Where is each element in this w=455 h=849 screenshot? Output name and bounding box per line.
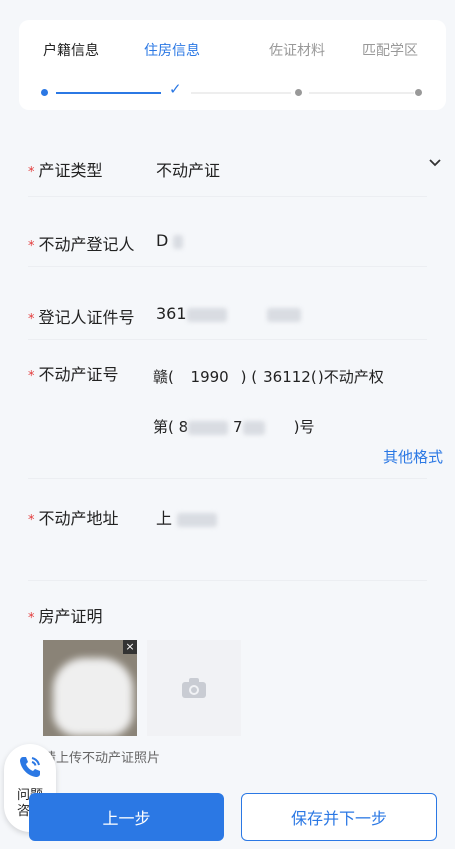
divider — [28, 478, 427, 479]
chevron-down-icon[interactable] — [427, 154, 443, 175]
divider — [28, 196, 427, 197]
cert-number-label: * 不动产证号 — [28, 365, 119, 384]
cert-serial-input[interactable]: 8 7 — [179, 418, 294, 436]
cert-serial-mid: 7 — [232, 418, 243, 436]
uploaded-photo[interactable]: × — [43, 640, 137, 736]
step-dot-evidence — [295, 89, 302, 96]
step-progress: 户籍信息 住房信息 佐证材料 匹配学区 ✓ — [19, 20, 446, 110]
step-school-district[interactable]: 匹配学区 — [362, 40, 418, 60]
step-dot-school — [415, 89, 422, 96]
cert-prefix2: 第( — [153, 418, 174, 436]
redacted-text — [242, 420, 265, 435]
id-number-label: * 登记人证件号 — [28, 308, 135, 327]
save-and-next-button[interactable]: 保存并下一步 — [241, 793, 437, 841]
upload-button[interactable] — [147, 640, 241, 736]
step-evidence[interactable]: 佐证材料 — [269, 40, 325, 60]
id-number-prefix: 361 — [156, 304, 187, 323]
other-format-link[interactable]: 其他格式 — [383, 446, 443, 467]
step-dot-household — [41, 89, 48, 96]
photo-content — [53, 658, 133, 736]
step-line-completed — [56, 92, 161, 94]
step-household[interactable]: 户籍信息 — [43, 40, 99, 60]
divider — [28, 266, 427, 267]
step-line-pending-2 — [309, 92, 414, 94]
close-icon[interactable]: × — [123, 640, 137, 654]
divider — [28, 580, 427, 581]
redacted-text — [266, 307, 301, 322]
address-text: 上 — [156, 509, 173, 528]
previous-step-button[interactable]: 上一步 — [29, 793, 224, 841]
address-label: * 不动产地址 — [28, 509, 119, 528]
upload-hint: 请上传不动产证照片 — [43, 751, 161, 766]
redacted-text — [188, 420, 229, 435]
cert-right-label: )不动产权 — [317, 368, 384, 386]
cert-open-paren: ( — [251, 368, 258, 386]
camera-icon — [182, 678, 206, 698]
cert-number-line1: 赣( 1990) ( 36112()不动产权 — [153, 366, 384, 387]
divider — [28, 339, 427, 340]
address-input[interactable]: 上 — [156, 505, 218, 529]
registrant-value[interactable]: D — [156, 231, 184, 250]
redacted-text — [173, 234, 184, 249]
cert-number-line2: 第( 8 7 )号 — [153, 416, 315, 437]
redacted-text — [177, 512, 218, 527]
cert-suffix2: )号 — [293, 418, 315, 436]
cert-region-input[interactable]: 36112( — [262, 368, 318, 386]
id-number-value[interactable]: 361 — [156, 304, 301, 323]
redacted-text — [186, 307, 227, 322]
cert-type-select[interactable]: 不动产证 — [156, 157, 220, 181]
step-housing[interactable]: 住房信息 — [144, 40, 200, 60]
cert-year-input[interactable]: 1990 — [179, 368, 241, 386]
step-line-pending — [191, 92, 291, 94]
registrant-text: D — [156, 231, 169, 250]
cert-prefix: 赣( — [153, 368, 174, 386]
phone-icon — [20, 757, 40, 777]
cert-type-label: * 产证类型 — [28, 161, 103, 180]
check-icon: ✓ — [169, 80, 182, 98]
property-proof-label: * 房产证明 — [28, 607, 103, 626]
registrant-label: * 不动产登记人 — [28, 235, 135, 254]
cert-serial-start: 8 — [178, 418, 189, 436]
cert-close-paren: ) — [240, 368, 247, 386]
